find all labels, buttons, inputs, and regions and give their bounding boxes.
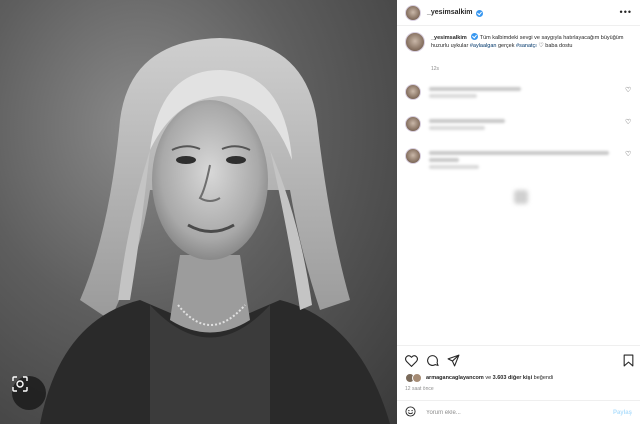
comment-text-blurred	[429, 158, 459, 162]
heart-icon	[405, 354, 418, 367]
share-button[interactable]	[447, 354, 460, 367]
liker-avatar[interactable]	[412, 373, 422, 383]
post-photo[interactable]	[0, 0, 397, 424]
caption-timestamp: 12s	[431, 66, 440, 72]
post-timestamp[interactable]: 12 saat önce	[405, 386, 434, 392]
commenter-avatar[interactable]	[405, 116, 421, 132]
verified-badge-icon	[471, 33, 479, 40]
verified-badge-icon	[475, 10, 483, 17]
author-username[interactable]: _yesimsalkim	[427, 9, 473, 16]
caption-avatar[interactable]	[405, 32, 425, 52]
comment-button[interactable]	[426, 354, 439, 367]
comment-text-blurred	[429, 119, 505, 123]
post-actions-bar	[397, 345, 640, 375]
hashtag-link[interactable]: #sanatçı	[516, 43, 537, 49]
post-side-panel: _yesimsalkim ••• _yesimsalkim Tüm kalbim…	[397, 0, 640, 424]
likes-count[interactable]: 3.603 diğer kişi	[493, 375, 532, 381]
comment-like-icon[interactable]: ♡	[625, 87, 631, 94]
portrait-image	[40, 38, 390, 424]
heart-emoji: ♡	[538, 43, 544, 49]
visual-search-button[interactable]	[12, 376, 46, 410]
more-options-button[interactable]: •••	[620, 7, 632, 17]
caption-text: _yesimsalkim Tüm kalbimdeki sevgi ve say…	[431, 32, 633, 52]
comment-item: ♡	[405, 84, 633, 100]
likes-summary: armagancaglayancom ve 3.603 diğer kişi b…	[405, 373, 553, 383]
comment-meta-blurred	[429, 126, 485, 130]
caption-username[interactable]: _yesimsalkim	[431, 35, 467, 41]
commenter-avatar[interactable]	[405, 148, 421, 164]
commenter-avatar[interactable]	[405, 84, 421, 100]
comment-text-blurred	[429, 151, 609, 155]
loading-more-comments-icon[interactable]	[514, 190, 528, 204]
save-button[interactable]	[623, 354, 634, 372]
hashtag-link[interactable]: #aylaalgan	[470, 43, 497, 49]
comment-icon	[427, 355, 439, 367]
comment-item: ♡	[405, 148, 633, 169]
add-comment-bar: Paylaş	[397, 400, 640, 424]
comment-input[interactable]	[426, 409, 576, 416]
lens-icon	[12, 376, 28, 392]
caption-text-mid: gerçek	[497, 43, 515, 49]
comment-meta-blurred	[429, 165, 479, 169]
post-caption: _yesimsalkim Tüm kalbimdeki sevgi ve say…	[405, 32, 633, 52]
emoji-button[interactable]	[405, 404, 416, 422]
post-comment-button[interactable]: Paylaş	[613, 410, 632, 416]
likes-suffix: beğendi	[533, 375, 554, 381]
share-icon	[447, 354, 460, 367]
post-header: _yesimsalkim •••	[397, 0, 640, 26]
emoji-icon	[405, 405, 416, 417]
likes-connector: ve	[485, 375, 492, 381]
liked-by-username[interactable]: armagancaglayancom	[426, 375, 484, 381]
bookmark-icon	[623, 354, 634, 367]
like-button[interactable]	[405, 354, 418, 367]
caption-text-post: baba dostu	[545, 43, 573, 49]
comment-like-icon[interactable]: ♡	[625, 119, 631, 126]
comment-text-blurred	[429, 87, 521, 91]
comment-like-icon[interactable]: ♡	[625, 151, 631, 158]
author-avatar[interactable]	[405, 4, 421, 21]
comment-meta-blurred	[429, 94, 477, 98]
comment-item: ♡	[405, 116, 633, 132]
